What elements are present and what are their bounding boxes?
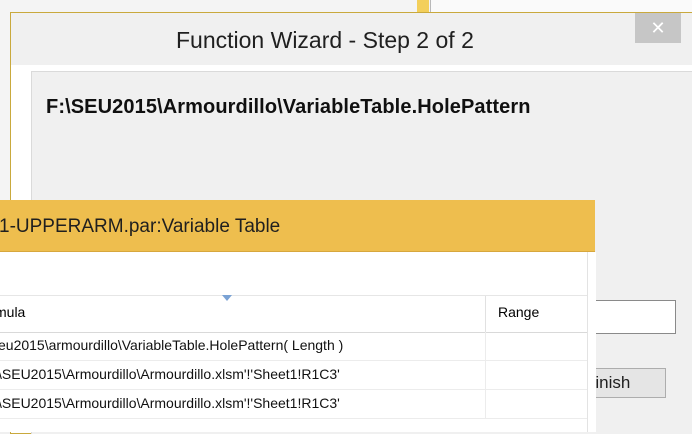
column-divider[interactable]: [485, 296, 486, 332]
background-window-panel: [430, 0, 692, 12]
background-window-accent: [417, 0, 429, 12]
sort-indicator-icon: [222, 295, 232, 301]
column-divider: [485, 361, 486, 390]
variable-table-edge: [587, 252, 596, 432]
range-input[interactable]: [582, 300, 676, 334]
table-row[interactable]: \SEU2015\Armourdillo\Armourdillo.xlsm'!'…: [0, 361, 587, 390]
function-path-text: F:\SEU2015\Armourdillo\VariableTable.Hol…: [46, 96, 531, 118]
formula-cell[interactable]: \SEU2015\Armourdillo\Armourdillo.xlsm'!'…: [0, 366, 340, 382]
table-header: mula Range: [0, 295, 587, 333]
close-icon[interactable]: ✕: [635, 13, 681, 43]
variable-table-title: 1-UPPERARM.par:Variable Table: [0, 216, 281, 237]
wizard-title: Function Wizard - Step 2 of 2: [176, 27, 474, 53]
column-divider: [485, 390, 486, 419]
table-row[interactable]: eu2015\armourdillo\VariableTable.HolePat…: [0, 332, 587, 361]
formula-cell[interactable]: eu2015\armourdillo\VariableTable.HolePat…: [0, 337, 343, 353]
column-header-formula[interactable]: mula: [0, 304, 25, 320]
column-header-range[interactable]: Range: [498, 304, 539, 320]
wizard-titlebar: Function Wizard - Step 2 of 2 ✕: [11, 13, 692, 65]
formula-cell[interactable]: \SEU2015\Armourdillo\Armourdillo.xlsm'!'…: [0, 395, 340, 411]
variable-table-window: 1-UPPERARM.par:Variable Table mula Range…: [0, 200, 596, 432]
variable-table-titlebar[interactable]: 1-UPPERARM.par:Variable Table: [0, 200, 595, 252]
table-row[interactable]: \SEU2015\Armourdillo\Armourdillo.xlsm'!'…: [0, 390, 587, 419]
column-divider: [485, 332, 486, 361]
